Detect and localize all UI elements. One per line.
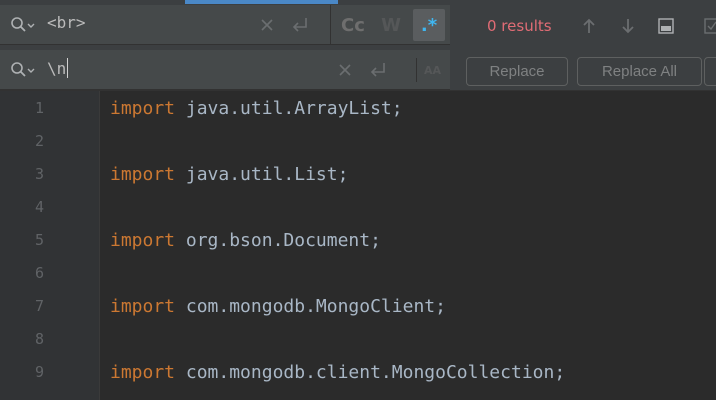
- line-number: 9: [34, 363, 44, 381]
- new-line-icon[interactable]: [288, 13, 312, 37]
- line-number: 7: [34, 297, 44, 315]
- replace-input[interactable]: \n: [47, 58, 69, 78]
- code-text[interactable]: import com.mongodb.client.MongoCollectio…: [110, 362, 565, 383]
- keyword: import: [110, 164, 176, 185]
- exclude-button[interactable]: [704, 57, 716, 86]
- code-line[interactable]: 3 import java.util.List;: [0, 159, 716, 192]
- replace-input-text: \n: [47, 59, 67, 78]
- code-text[interactable]: import java.util.List;: [110, 164, 348, 185]
- replace-new-line-icon[interactable]: [366, 58, 390, 82]
- keyword: import: [110, 98, 176, 119]
- clear-icon[interactable]: [255, 13, 279, 37]
- replace-all-button[interactable]: Replace All: [577, 57, 702, 86]
- match-case-toggle[interactable]: Cc: [337, 9, 369, 41]
- line-number: 8: [34, 330, 44, 348]
- replace-history-icon[interactable]: [10, 61, 36, 79]
- code-rest: org.bson.Document;: [175, 230, 381, 251]
- search-options: Cc W .*: [330, 5, 450, 45]
- preserve-case-toggle[interactable]: AA: [416, 58, 448, 82]
- line-number: 4: [34, 198, 44, 216]
- next-occurrence-icon[interactable]: [616, 14, 640, 38]
- tab-indicator: [185, 0, 338, 4]
- line-number: 6: [34, 264, 44, 282]
- code-rest: com.mongodb.client.MongoCollection;: [175, 362, 566, 383]
- code-line[interactable]: 1 import java.util.ArrayList;: [0, 93, 716, 126]
- select-all-occurrences-icon[interactable]: [654, 14, 678, 38]
- code-rest: java.util.ArrayList;: [175, 98, 403, 119]
- clear-replace-icon[interactable]: [333, 58, 357, 82]
- code-text[interactable]: import org.bson.Document;: [110, 230, 381, 251]
- keyword: import: [110, 362, 176, 383]
- keyword: import: [110, 230, 176, 251]
- previous-occurrence-icon[interactable]: [577, 14, 601, 38]
- replace-field[interactable]: \n AA: [0, 50, 450, 90]
- code-editor[interactable]: 1 import java.util.ArrayList; 2 3 import jav…: [0, 91, 716, 400]
- search-history-icon[interactable]: [10, 16, 36, 34]
- line-number: 3: [34, 165, 44, 183]
- filter-icon[interactable]: [700, 14, 716, 38]
- line-number: 5: [34, 231, 44, 249]
- words-toggle[interactable]: W: [375, 9, 407, 41]
- code-rest: com.mongodb.MongoClient;: [175, 296, 446, 317]
- replace-button[interactable]: Replace: [466, 57, 568, 86]
- code-line[interactable]: 9 import com.mongodb.client.MongoCollecti…: [0, 357, 716, 390]
- find-replace-panel: <br> Cc W .* 0 results \n AA Replace Rep…: [0, 0, 716, 91]
- code-line[interactable]: 7 import com.mongodb.MongoClient;: [0, 291, 716, 324]
- text-caret: [67, 58, 69, 78]
- keyword: import: [110, 296, 176, 317]
- regex-toggle[interactable]: .*: [413, 9, 445, 41]
- code-text[interactable]: import com.mongodb.MongoClient;: [110, 296, 446, 317]
- line-number: 1: [34, 99, 44, 117]
- line-number: 2: [34, 132, 44, 150]
- code-line[interactable]: 2: [0, 126, 716, 159]
- code-rest: java.util.List;: [175, 164, 349, 185]
- results-count: 0 results: [487, 17, 552, 35]
- find-input[interactable]: <br>: [47, 13, 86, 32]
- code-text[interactable]: import java.util.ArrayList;: [110, 98, 403, 119]
- code-line[interactable]: 5 import org.bson.Document;: [0, 225, 716, 258]
- code-line[interactable]: 6: [0, 258, 716, 291]
- code-line[interactable]: 8: [0, 324, 716, 357]
- code-line[interactable]: 4: [0, 192, 716, 225]
